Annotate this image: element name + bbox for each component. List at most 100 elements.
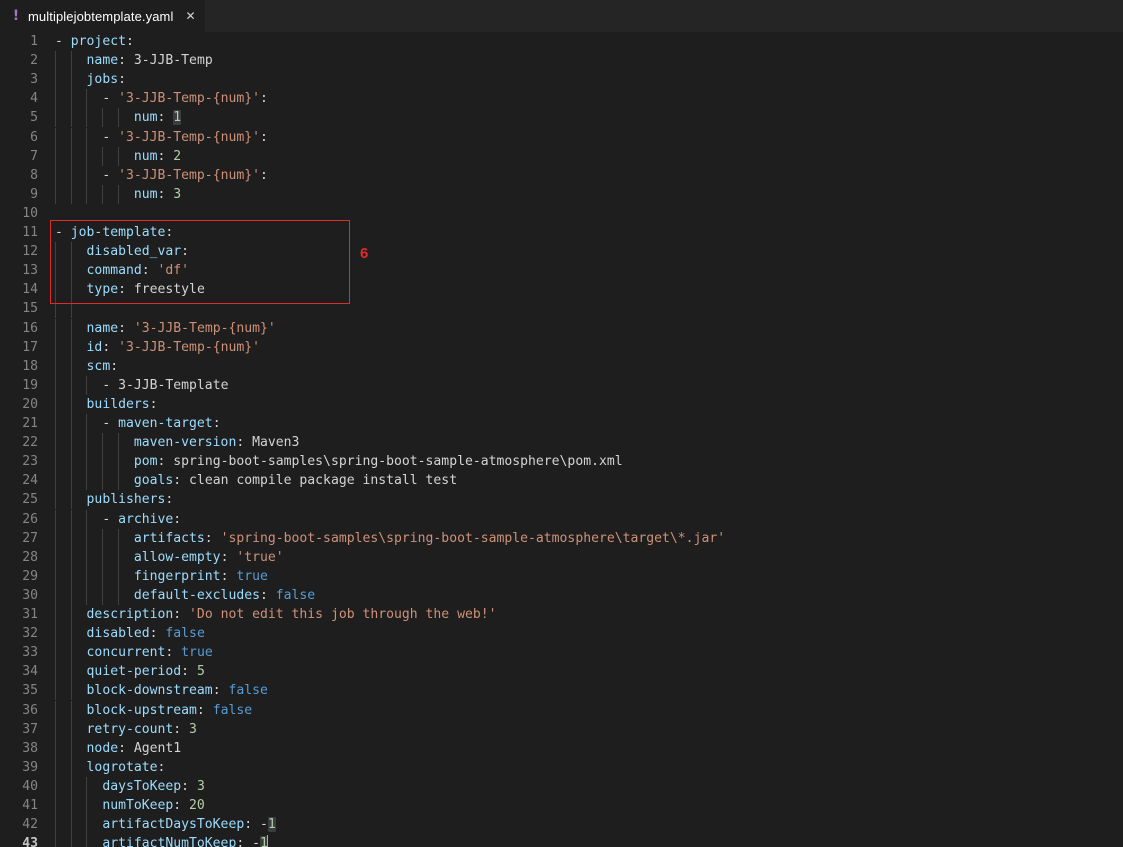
code-line[interactable]: 41 numToKeep: 20 (0, 796, 1123, 816)
code-line[interactable]: 9 num: 3 (0, 184, 1123, 204)
code-editor[interactable]: 1- project: 2 name: 3-JJB-Temp 3 jobs: 4 - … (0, 32, 1123, 847)
line-number: 27 (22, 530, 38, 546)
code-line[interactable]: 7 num: 2 (0, 146, 1123, 166)
line-number: 2 (30, 53, 38, 69)
code-line[interactable]: 3 jobs: (0, 70, 1123, 90)
code-line-text: num: 3 (133, 186, 182, 202)
code-line-text: builders: (86, 396, 158, 412)
line-number: 12 (22, 244, 38, 260)
code-line[interactable]: 33 concurrent: true (0, 643, 1123, 663)
code-line-text: name: 3-JJB-Temp (86, 53, 213, 69)
code-line[interactable]: 13 command: 'df' (0, 261, 1123, 281)
line-number: 16 (22, 320, 38, 336)
code-line-text: allow-empty: 'true' (133, 549, 284, 565)
code-line[interactable]: 34 quiet-period: 5 (0, 662, 1123, 682)
line-number: 41 (22, 798, 38, 813)
code-line-text: num: 1 (133, 110, 182, 126)
code-line[interactable]: 43 artifactNumToKeep: -1 (0, 834, 1123, 847)
code-line[interactable]: 16 name: '3-JJB-Temp-{num}' (0, 318, 1123, 338)
code-line[interactable]: 42 artifactDaysToKeep: -1 (0, 815, 1123, 835)
code-line[interactable]: 11 - job-template: (0, 223, 1123, 242)
code-line-text: numToKeep: 20 (102, 798, 205, 813)
code-line[interactable]: 12 disabled_var: (0, 242, 1123, 262)
line-number: 9 (30, 186, 38, 202)
code-line-text: - maven-target: (102, 416, 221, 431)
code-line[interactable]: 32 disabled: false (0, 624, 1123, 644)
code-line[interactable]: 22 maven-version: Maven3 (0, 433, 1123, 453)
tab-label: multiplejobtemplate.yaml (28, 8, 174, 24)
code-line[interactable]: 6 - '3-JJB-Temp-{num}': (0, 127, 1123, 147)
code-line[interactable]: 18 scm: (0, 356, 1123, 376)
code-line[interactable]: 15 (0, 299, 1123, 319)
code-line-text: num: 2 (133, 148, 182, 164)
code-line[interactable]: 26 - archive: (0, 509, 1123, 529)
code-line[interactable]: 4 - '3-JJB-Temp-{num}': (0, 89, 1123, 109)
code-line[interactable]: 39 logrotate: (0, 757, 1123, 777)
line-number: 25 (22, 492, 38, 508)
yaml-exclamation-icon: ! (12, 8, 20, 24)
line-number: 24 (22, 473, 38, 489)
line-number: 3 (30, 72, 38, 88)
code-line[interactable]: 35 block-downstream: false (0, 681, 1123, 701)
line-number: 1 (30, 34, 38, 49)
tab-bar-empty-space (205, 0, 1123, 32)
line-number: 4 (30, 91, 38, 107)
code-line-text: block-downstream: false (86, 683, 268, 699)
code-line[interactable]: 14 type: freestyle (0, 280, 1123, 300)
code-line-text: - '3-JJB-Temp-{num}': (102, 129, 268, 145)
line-number: 13 (22, 263, 38, 279)
editor-tab-multiplejobtemplate-yaml[interactable]: ! multiplejobtemplate.yaml ✕ (0, 0, 206, 32)
code-line[interactable]: 29 fingerprint: true (0, 566, 1123, 586)
vscode-editor-window: ! multiplejobtemplate.yaml ✕ 1 - project:… (0, 0, 1123, 847)
code-line-text: artifactDaysToKeep: -1 (102, 817, 276, 833)
line-number: 6 (30, 129, 38, 145)
code-line[interactable]: 24 goals: clean compile package install … (0, 471, 1123, 491)
line-number: 33 (22, 645, 38, 661)
code-line-text: - archive: (102, 511, 182, 527)
code-line[interactable]: 23 pom: spring-boot-samples\spring-boot-… (0, 452, 1123, 472)
text-cursor (267, 835, 269, 847)
code-line[interactable]: 1 - project: (0, 32, 1123, 51)
code-line[interactable]: 27 artifacts: 'spring-boot-samples\sprin… (0, 528, 1123, 548)
code-line[interactable]: 31 description: 'Do not edit this job th… (0, 605, 1123, 625)
code-line[interactable]: 38 node: Agent1 (0, 738, 1123, 758)
code-line-text: pom: spring-boot-samples\spring-boot-sam… (133, 454, 623, 470)
editor-tab-bar: ! multiplejobtemplate.yaml ✕ (0, 0, 1123, 32)
code-line[interactable]: 40 daysToKeep: 3 (0, 776, 1123, 796)
code-line[interactable]: 30 default-excludes: false (0, 585, 1123, 605)
line-number: 40 (22, 778, 38, 794)
code-line[interactable]: 21 - maven-target: (0, 414, 1123, 434)
code-line[interactable]: 20 builders: (0, 394, 1123, 414)
line-number: 8 (30, 167, 38, 183)
code-line-text: concurrent: true (86, 645, 213, 661)
line-number: 15 (22, 301, 38, 317)
code-line-text: disabled_var: (86, 244, 190, 260)
code-line[interactable]: 10 (0, 204, 1123, 223)
line-number: 18 (22, 358, 38, 374)
line-number: 34 (22, 664, 38, 680)
code-line[interactable]: 19 - 3-JJB-Template (0, 375, 1123, 395)
line-number: 11 (22, 225, 38, 240)
code-line-text: node: Agent1 (86, 740, 182, 756)
code-line[interactable]: 5 num: 1 (0, 108, 1123, 128)
code-line[interactable]: 2 name: 3-JJB-Temp (0, 51, 1123, 71)
code-line-text: block-upstream: false (86, 702, 253, 718)
line-number: 17 (22, 339, 38, 355)
code-line[interactable]: 8 - '3-JJB-Temp-{num}': (0, 165, 1123, 185)
line-number: 19 (22, 377, 38, 393)
code-line[interactable]: 37 retry-count: 3 (0, 719, 1123, 739)
code-line[interactable]: 28 allow-empty: 'true' (0, 547, 1123, 567)
code-line[interactable]: 36 block-upstream: false (0, 700, 1123, 720)
line-number: 31 (22, 607, 38, 622)
line-number: 5 (30, 110, 38, 126)
code-line[interactable]: 25 publishers: (0, 490, 1123, 510)
line-number: 26 (22, 511, 38, 527)
close-icon[interactable]: ✕ (185, 10, 195, 22)
code-line-text: disabled: false (86, 626, 205, 642)
line-number: 38 (22, 740, 38, 756)
code-line-text: logrotate: (86, 759, 166, 775)
code-line-text: name: '3-JJB-Temp-{num}' (86, 320, 276, 336)
code-line-text: type: freestyle (86, 282, 205, 298)
line-number: 36 (22, 702, 38, 718)
code-line[interactable]: 17 id: '3-JJB-Temp-{num}' (0, 337, 1123, 357)
